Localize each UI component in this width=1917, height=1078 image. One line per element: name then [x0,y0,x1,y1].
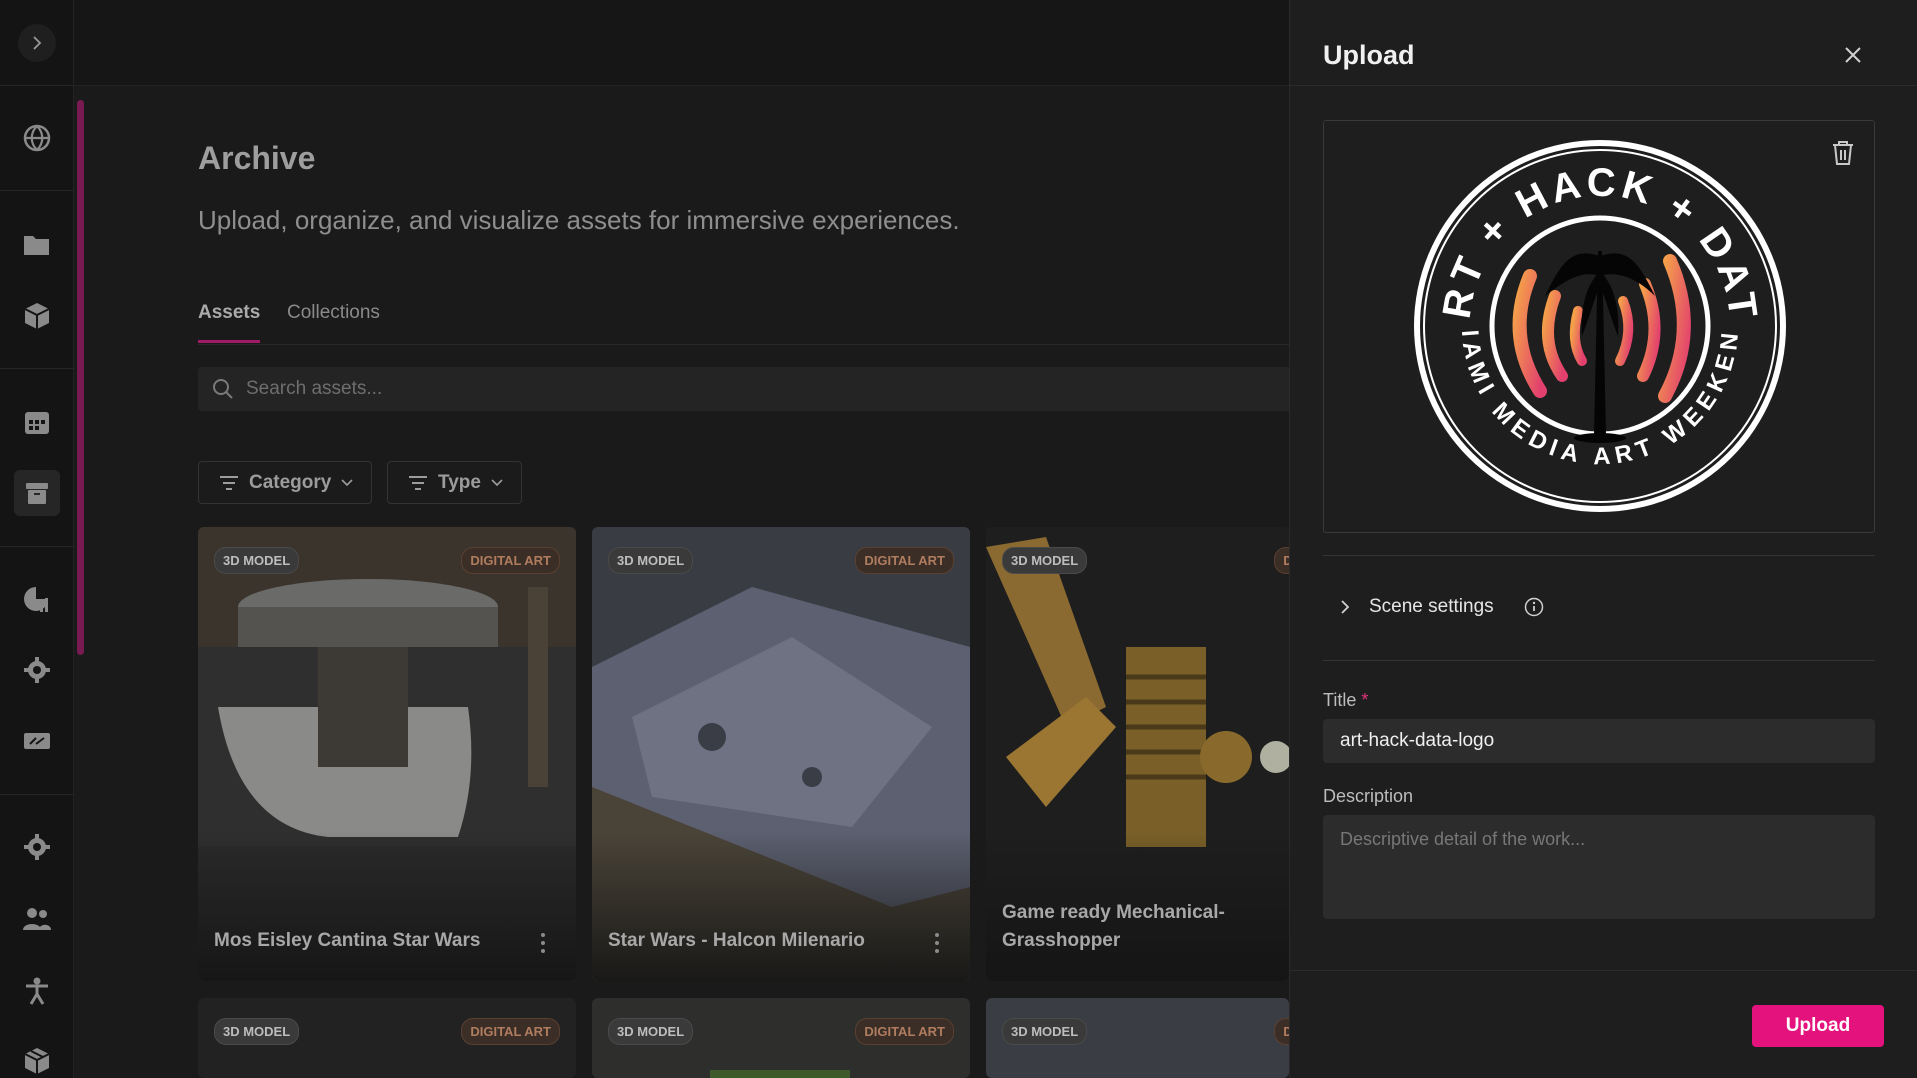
asset-card[interactable]: 3D MODEL DIGITAL ART Mos Eisley Cantina … [198,527,576,981]
type-badge: 3D MODEL [214,1018,300,1045]
cube-icon[interactable] [22,301,52,331]
close-icon [1845,47,1861,63]
sidebar-divider [0,85,74,86]
type-filter-label: Type [438,471,481,493]
title-label-text: Title [1323,690,1357,710]
tab-assets[interactable]: Assets [198,302,261,343]
panel-header: Upload [1290,0,1917,86]
asset-card[interactable]: 3D MODEL DIGI Game ready Mechanical-Gras… [986,527,1289,981]
asset-name: Star Wars - Halcon Milenario [608,930,865,951]
sidebar-toggle-button[interactable] [18,24,56,62]
page-title: Archive [198,140,316,176]
asset-thumbnail [710,1070,850,1078]
card-gradient [592,831,970,981]
asset-name: Mos Eisley Cantina Star Wars [214,930,481,951]
more-options-icon[interactable] [934,933,940,953]
archive-icon[interactable] [14,470,60,516]
category-badge: DIGITAL ART [855,547,954,574]
sidebar [0,0,74,1078]
tab-collections[interactable]: Collections [287,302,380,340]
category-badge: DIGI [1274,1018,1289,1045]
sidebar-divider [0,368,74,369]
asset-card[interactable]: 3D MODEL DIGITAL ART [592,998,970,1078]
settings-icon[interactable] [22,655,52,685]
panel-footer: Upload [1290,970,1917,1078]
page-subtitle: Upload, organize, and visualize assets f… [198,205,960,235]
sidebar-scrollbar[interactable] [77,88,84,1078]
upload-panel: Upload ART + HAC [1289,0,1917,1078]
users-icon[interactable] [22,904,52,934]
sidebar-divider [0,190,74,191]
type-badge: 3D MODEL [214,547,300,574]
required-mark: * [1361,690,1369,710]
section-divider [1323,660,1875,661]
title-label: Title * [1323,690,1368,711]
category-badge: DIGI [1274,547,1289,574]
chevron-down-icon [491,478,503,486]
calendar-icon[interactable] [22,407,52,437]
scrollbar-thumb[interactable] [77,100,84,655]
chevron-down-icon [341,478,353,486]
filter-icon [409,475,427,490]
app-root: Archive Upload, organize, and visualize … [0,0,1917,1078]
info-icon[interactable] [1524,597,1544,617]
asset-name: Game ready Mechanical-Grasshopper [1002,902,1225,951]
gear-icon[interactable] [22,832,52,862]
category-filter-button[interactable]: Category [198,461,373,504]
asset-card[interactable]: 3D MODEL DIGI [986,998,1289,1078]
category-filter-label: Category [249,471,332,493]
panel-title: Upload [1323,40,1415,70]
box-icon[interactable] [22,1046,52,1076]
category-badge: DIGITAL ART [461,1018,560,1045]
description-label: Description [1323,786,1414,806]
scene-settings-label: Scene settings [1369,596,1494,617]
type-badge: 3D MODEL [1002,1018,1088,1045]
search-icon [213,379,233,399]
trash-icon[interactable] [1830,139,1856,167]
chart-icon[interactable] [22,584,52,614]
art-hack-data-logo: ART + HACK + DATA MIAMI MEDIA ART WEEKEN… [1410,136,1786,512]
more-options-icon[interactable] [540,933,546,953]
ticket-icon[interactable] [22,726,52,756]
sidebar-divider [0,546,74,547]
chevron-right-icon [33,36,42,50]
sidebar-divider [0,794,74,795]
chevron-right-icon [1341,600,1350,614]
asset-card[interactable]: 3D MODEL DIGITAL ART [198,998,576,1078]
category-badge: DIGITAL ART [461,547,560,574]
tab-bar: Assets Collections [198,300,1398,345]
title-input[interactable] [1323,719,1875,763]
description-input[interactable] [1323,815,1875,919]
image-preview: ART + HACK + DATA MIAMI MEDIA ART WEEKEN… [1323,120,1875,533]
section-divider [1323,555,1875,556]
accessibility-icon[interactable] [22,976,52,1006]
folder-icon[interactable] [22,230,52,260]
globe-icon[interactable] [22,123,52,153]
scene-settings-toggle[interactable]: Scene settings [1339,596,1544,618]
close-button[interactable] [1838,40,1868,70]
upload-button[interactable]: Upload [1752,1005,1884,1047]
filter-icon [220,475,238,490]
card-gradient [198,831,576,981]
type-badge: 3D MODEL [608,1018,694,1045]
search-input[interactable] [246,378,846,400]
type-filter-button[interactable]: Type [387,461,522,504]
asset-card[interactable]: 3D MODEL DIGITAL ART Star Wars - Halcon … [592,527,970,981]
type-badge: 3D MODEL [608,547,694,574]
search-bar [198,367,1398,411]
category-badge: DIGITAL ART [855,1018,954,1045]
type-badge: 3D MODEL [1002,547,1088,574]
